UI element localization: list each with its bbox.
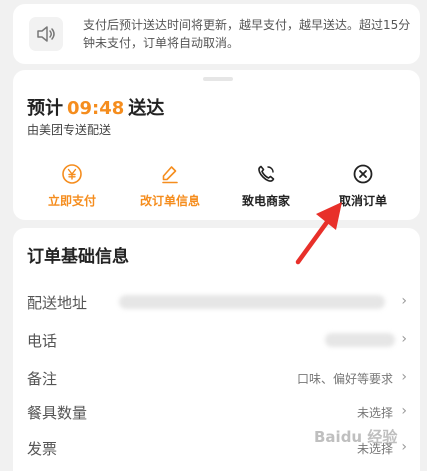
pay-now-label: 立即支付 [47,194,96,208]
phone-value-redacted [325,333,395,347]
order-actions: 立即支付 改订单信息 致电商家 取消订单 [13,162,420,209]
note-value: 口味、偏好等要求 [296,372,393,386]
order-status-card: 预计 09:48 送达 由美团专送配送 立即支付 改订单信息 致电商家 取消订单 [13,70,420,220]
eta-time: 09:48 [67,98,125,119]
speaker-icon [29,17,63,51]
yen-icon [22,162,122,186]
tableware-row[interactable]: 餐具数量 未选择 › [27,400,407,424]
eta-heading: 预计 09:48 送达 [27,94,164,120]
annotation-arrow-icon [290,198,350,272]
drag-handle[interactable] [203,77,233,81]
address-row[interactable]: 配送地址 › [27,290,407,314]
edit-order-label: 改订单信息 [139,194,200,208]
chevron-right-icon: › [401,439,407,455]
pay-now-button[interactable]: 立即支付 [22,162,122,209]
tableware-label: 餐具数量 [27,404,88,422]
info-title: 订单基础信息 [27,247,129,267]
eta-prefix: 预计 [27,98,63,119]
chevron-right-icon: › [401,293,407,309]
address-value-redacted [119,295,385,309]
phone-row[interactable]: 电话 › [27,328,407,352]
edit-order-button[interactable]: 改订单信息 [120,162,220,209]
address-label: 配送地址 [27,294,88,312]
invoice-label: 发票 [27,440,58,458]
phone-icon [216,162,316,186]
chevron-right-icon: › [401,331,407,347]
chevron-right-icon: › [401,403,407,419]
cancel-icon [313,162,413,186]
pencil-icon [120,162,220,186]
tableware-value: 未选择 [356,406,393,420]
note-label: 备注 [27,370,58,388]
payment-notice-card: 支付后预计送达时间将更新，越早支付，越早送达。超过15分钟未支付，订单将自动取消… [13,4,420,64]
note-row[interactable]: 备注 口味、偏好等要求 › [27,366,407,390]
eta-suffix: 送达 [128,98,165,119]
phone-label: 电话 [27,332,58,350]
baidu-watermark-logo: Baidu 经验 [314,428,398,446]
notice-text: 支付后预计送达时间将更新，越早支付，越早送达。超过15分钟未支付，订单将自动取消… [83,18,411,50]
chevron-right-icon: › [401,369,407,385]
delivery-provider: 由美团专送配送 [27,123,112,137]
